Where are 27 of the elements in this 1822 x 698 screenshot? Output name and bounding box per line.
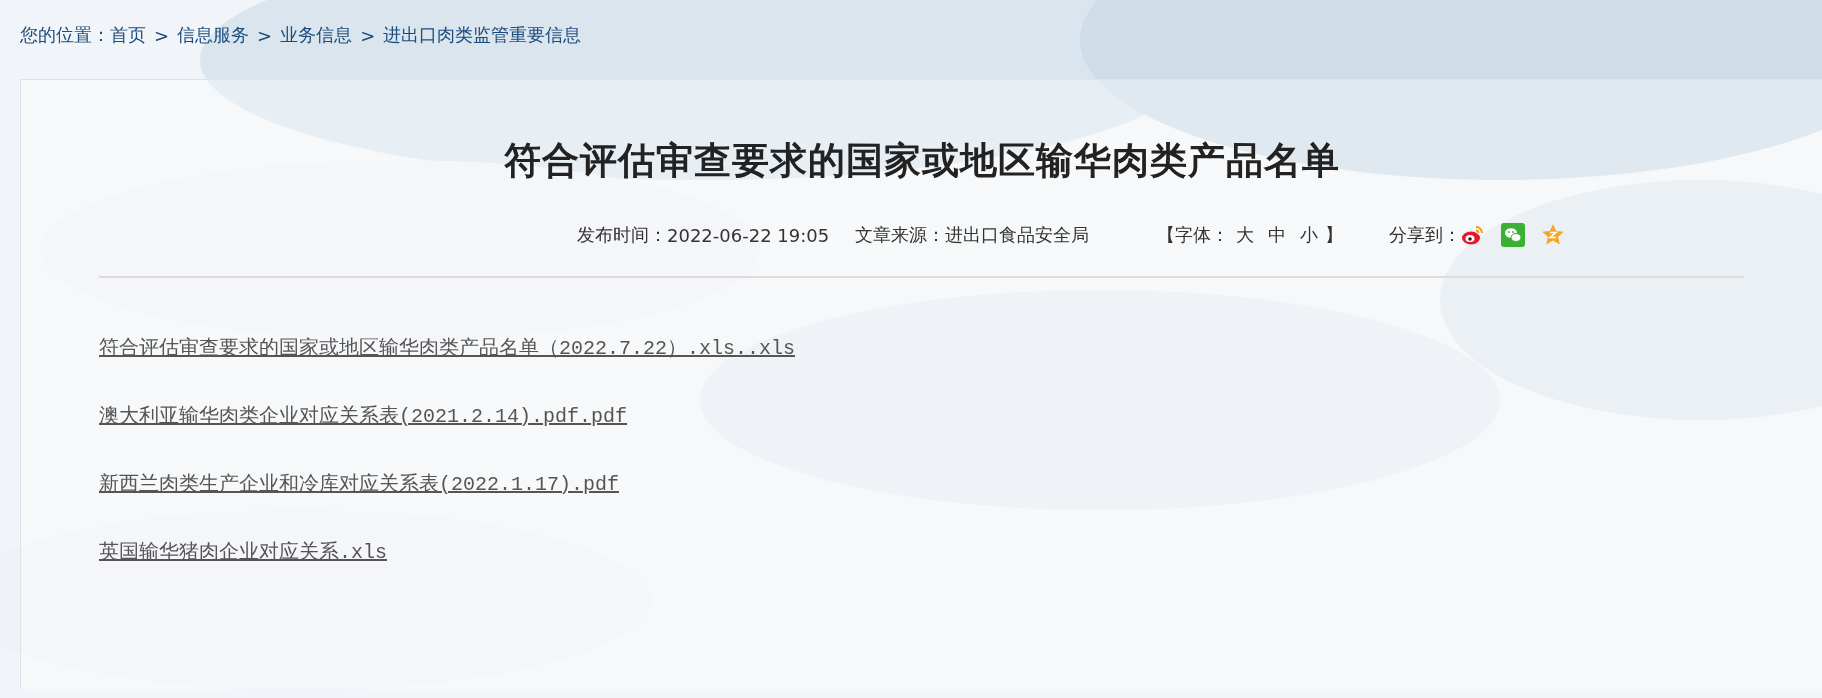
publish-label: 发布时间：: [577, 223, 667, 247]
wechat-icon[interactable]: [1501, 223, 1526, 247]
publish-time: 2022-06-22 19:05: [667, 224, 830, 246]
font-size-link[interactable]: 小: [1300, 223, 1319, 247]
breadcrumb-link[interactable]: 进出口肉类监管重要信息: [383, 23, 582, 47]
article-title: 符合评估审查要求的国家或地区输华肉类产品名单: [502, 138, 1341, 184]
font-size-link[interactable]: 中: [1268, 223, 1287, 247]
separator: >: [154, 24, 170, 46]
share-label: 分享到：: [1389, 223, 1462, 247]
star-icon[interactable]: [1541, 223, 1566, 247]
weibo-icon[interactable]: [1461, 223, 1486, 247]
source-label: 文章来源：: [855, 223, 946, 247]
font-size-link[interactable]: 大: [1236, 223, 1255, 247]
bracket: 【: [1157, 223, 1176, 247]
attachment-link[interactable]: 新西兰肉类生产企业和冷库对应关系表(2022.1.17).pdf: [99, 473, 620, 497]
source-name: 进出口食品安全局: [945, 223, 1090, 247]
separator: >: [257, 24, 273, 46]
breadcrumb-link[interactable]: 业务信息: [280, 23, 353, 47]
font-size-label: 字体：: [1175, 223, 1230, 247]
attachment-link[interactable]: 英国输华猪肉企业对应关系.xls: [99, 541, 387, 565]
attachment-link[interactable]: 符合评估审查要求的国家或地区输华肉类产品名单（2022.7.22）.xls..xls: [99, 337, 796, 361]
location-label: 您的位置：: [20, 23, 110, 47]
breadcrumb-link[interactable]: 信息服务: [177, 23, 250, 47]
separator: >: [360, 24, 376, 46]
breadcrumb-link[interactable]: 首页: [110, 23, 146, 47]
attachment-link[interactable]: 澳大利亚输华肉类企业对应关系表(2021.2.14).pdf.pdf: [99, 405, 628, 429]
bracket: 】: [1325, 223, 1344, 247]
